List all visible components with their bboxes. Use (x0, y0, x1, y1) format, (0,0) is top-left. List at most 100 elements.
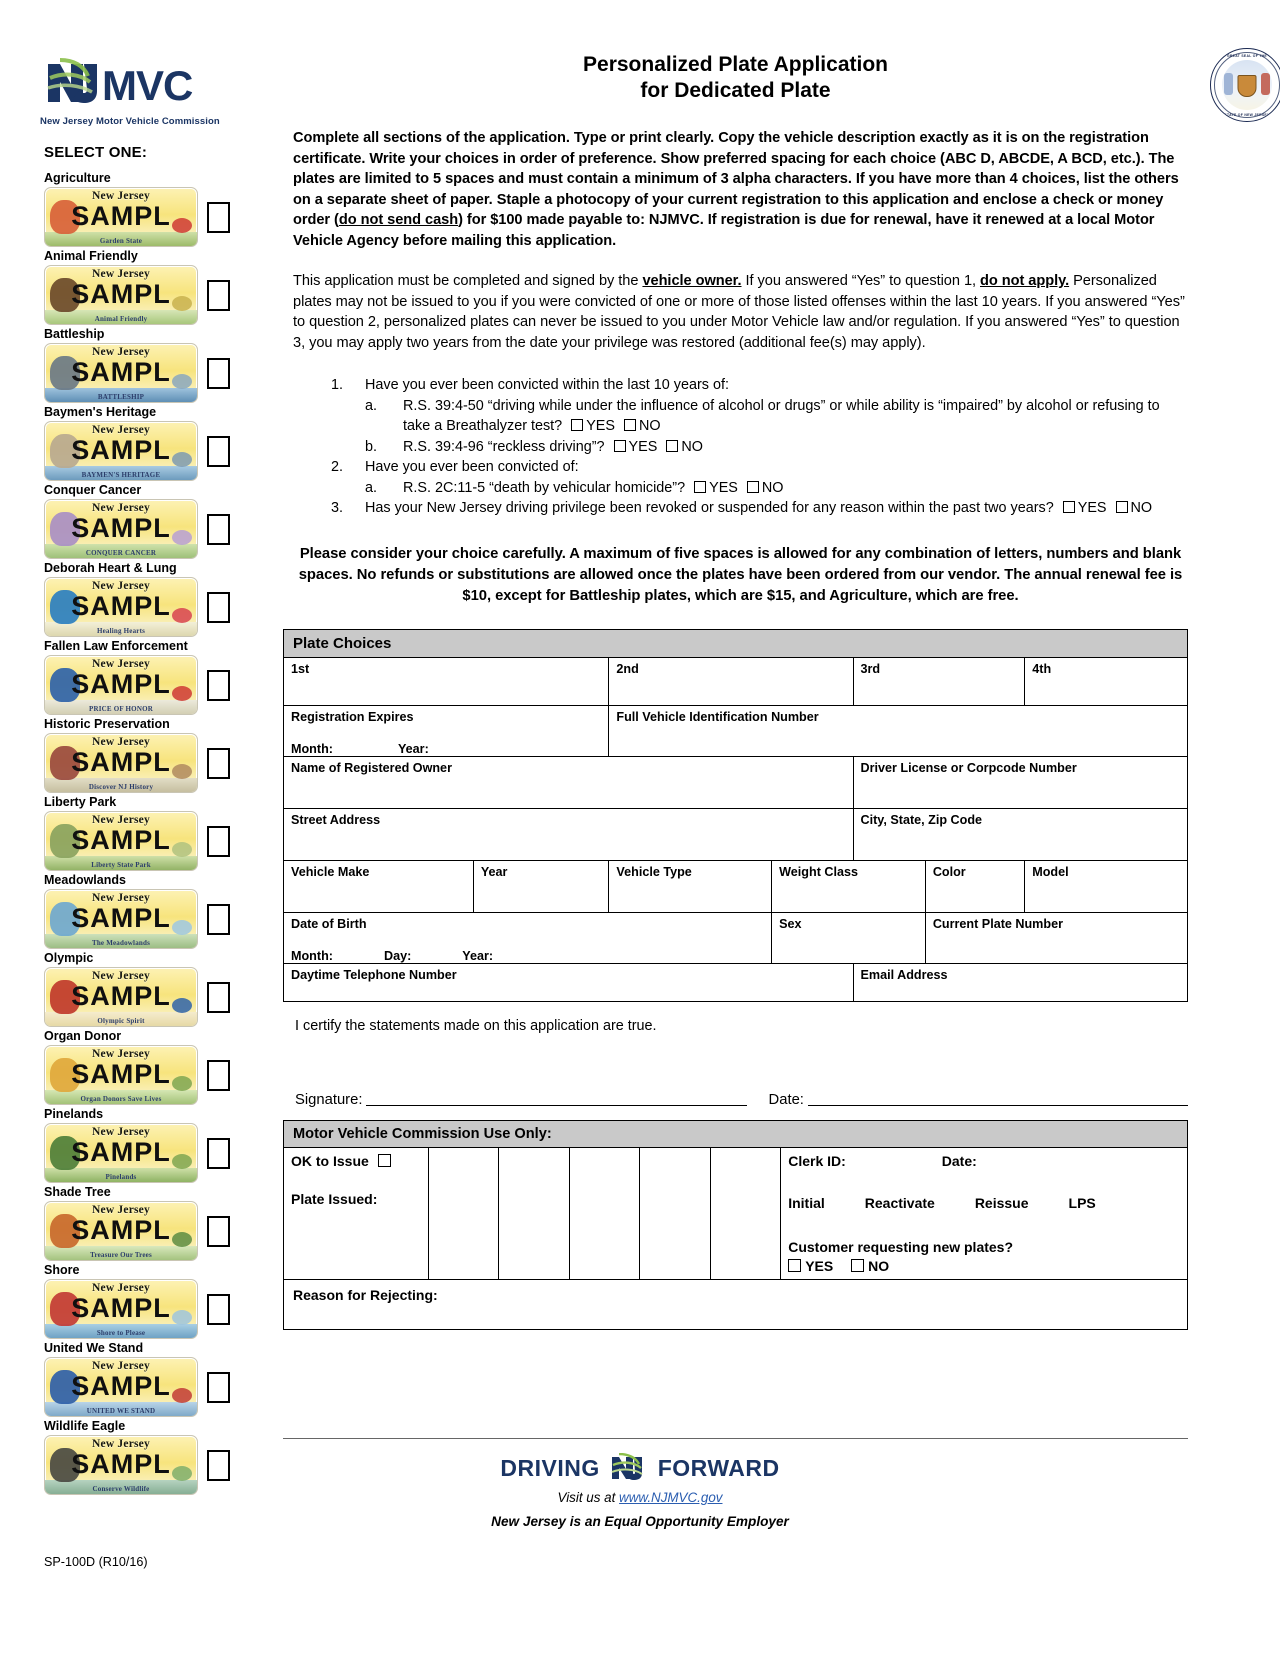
option-initial[interactable]: Initial (788, 1195, 825, 1211)
option-reissue[interactable]: Reissue (975, 1195, 1029, 1211)
vehicle-details-row[interactable]: Vehicle Make Year Vehicle Type Weight Cl… (283, 860, 1188, 913)
field-sex[interactable]: Sex (771, 912, 926, 964)
field-vehicle-year[interactable]: Year (472, 860, 610, 913)
field-date-of-birth[interactable]: Date of Birth Month: Day: Year: (282, 912, 773, 964)
signature-input-line[interactable] (366, 1090, 747, 1106)
question-2a-no-checkbox[interactable] (746, 481, 759, 493)
question-3-no-checkbox[interactable] (1115, 501, 1128, 513)
eligibility-questions: 1. Have you ever been convicted within t… (331, 375, 1188, 518)
plate-select-checkbox[interactable] (207, 1215, 230, 1247)
do-not-send-cash-emphasis: do not send cash (338, 212, 459, 228)
plate-type-label: Shade Tree (44, 1185, 111, 1199)
question-2a-yes-label: YES (709, 480, 738, 496)
field-choice-3[interactable]: 3rd (852, 657, 1026, 706)
plate-select-checkbox[interactable] (207, 435, 230, 467)
field-city-state-zip[interactable]: City, State, Zip Code (852, 808, 1188, 861)
njmvc-logo-subtitle: New Jersey Motor Vehicle Commission (40, 116, 220, 127)
question-1a-no-label: NO (638, 418, 661, 434)
registration-vin-row[interactable]: Registration Expires Month: Year: Full V… (282, 705, 1188, 757)
question-1b-number: b. (365, 439, 378, 455)
plate-option: New Jersey SAMPL Pinelands (44, 1123, 270, 1183)
question-1b-no-checkbox[interactable] (666, 440, 679, 452)
field-choice-4[interactable]: 4th (1024, 657, 1188, 706)
question-1-subitems: a. R.S. 39:4-50 “driving while under the… (365, 396, 1188, 457)
plate-select-checkbox[interactable] (207, 903, 230, 935)
field-choice-1[interactable]: 1st (282, 657, 610, 706)
option-reactivate[interactable]: Reactivate (865, 1195, 935, 1211)
plate-sample-text: SAMPL (71, 1449, 171, 1479)
question-1b-yes-checkbox[interactable] (613, 440, 626, 452)
plate-char-box-3[interactable] (568, 1147, 641, 1280)
license-plate-image: New Jersey SAMPL The Meadowlands (44, 889, 198, 949)
question-2a: a. R.S. 2C:11-5 “death by vehicular homi… (365, 478, 1188, 498)
plate-row: Shore New Jersey SAMPL Shore to Please (40, 1263, 270, 1339)
customer-no-label: NO (868, 1258, 890, 1274)
plate-char-box-1[interactable] (427, 1147, 500, 1280)
question-1a-no-checkbox[interactable] (623, 419, 636, 431)
plate-select-checkbox[interactable] (207, 591, 230, 623)
footer-driving-text: DRIVING (500, 1454, 600, 1481)
plate-option: New Jersey SAMPL Organ Donors Save Lives (44, 1045, 270, 1105)
plate-select-checkbox[interactable] (207, 357, 230, 389)
customer-no-checkbox[interactable] (851, 1259, 865, 1272)
date-input-line[interactable] (807, 1090, 1189, 1106)
license-plate-image: New Jersey SAMPL Animal Friendly (44, 265, 198, 325)
field-choice-2[interactable]: 2nd (608, 657, 854, 706)
plate-choices-row[interactable]: 1st 2nd 3rd 4th (282, 657, 1188, 706)
field-daytime-phone[interactable]: Daytime Telephone Number (283, 963, 854, 1002)
plate-select-checkbox[interactable] (207, 513, 230, 545)
plate-char-box-4[interactable] (639, 1147, 711, 1280)
plate-select-checkbox[interactable] (207, 747, 230, 779)
plate-select-checkbox[interactable] (207, 1059, 230, 1091)
registration-month-label: Month: (291, 742, 333, 756)
field-registration-expires[interactable]: Registration Expires Month: Year: (282, 705, 610, 757)
plate-select-checkbox[interactable] (207, 279, 230, 311)
question-2a-yes-checkbox[interactable] (694, 481, 707, 493)
owner-license-row[interactable]: Name of Registered Owner Driver License … (283, 756, 1188, 809)
field-model[interactable]: Model (1024, 860, 1188, 913)
field-street-address[interactable]: Street Address (283, 808, 854, 861)
question-3-yes-checkbox[interactable] (1062, 501, 1075, 513)
option-lps[interactable]: LPS (1069, 1195, 1096, 1211)
field-vehicle-type[interactable]: Vehicle Type (608, 860, 773, 913)
plate-select-checkbox[interactable] (207, 825, 230, 857)
field-owner-name[interactable]: Name of Registered Owner (283, 756, 854, 809)
field-current-plate[interactable]: Current Plate Number (924, 912, 1189, 964)
plate-type-label: Olympic (44, 951, 94, 965)
field-color[interactable]: Color (924, 860, 1026, 913)
phone-email-row[interactable]: Daytime Telephone Number Email Address (283, 963, 1188, 1002)
question-1a-yes-checkbox[interactable] (571, 419, 584, 431)
question-3-text: Has your New Jersey driving privilege be… (365, 500, 1054, 516)
plate-select-checkbox[interactable] (207, 201, 230, 233)
customer-yes-checkbox[interactable] (788, 1259, 802, 1272)
plate-char-box-5[interactable] (709, 1147, 782, 1280)
field-vehicle-make[interactable]: Vehicle Make (283, 860, 474, 913)
ok-to-issue-checkbox[interactable] (377, 1154, 391, 1167)
plate-select-checkbox[interactable] (207, 1137, 230, 1169)
mvc-issue-cell[interactable]: OK to Issue Plate Issued: (283, 1147, 429, 1280)
field-weight-class[interactable]: Weight Class (771, 860, 926, 913)
mvc-reject-row[interactable]: Reason for Rejecting: (283, 1279, 1188, 1330)
address-row[interactable]: Street Address City, State, Zip Code (283, 808, 1188, 861)
dob-day-label: Day: (383, 949, 412, 963)
plate-char-box-2[interactable] (498, 1147, 570, 1280)
mvc-clerk-cell[interactable]: Clerk ID: Date: Initial Reactivate Reiss… (780, 1147, 1188, 1280)
seal-bottom-text: STATE OF NEW JERSEY (1224, 113, 1270, 117)
plate-select-checkbox[interactable] (207, 981, 230, 1013)
dob-sex-plate-row[interactable]: Date of Birth Month: Day: Year: Sex Curr… (282, 912, 1189, 964)
njmvc-website-link[interactable]: www.NJMVC.gov (619, 1490, 722, 1505)
plate-sample-text: SAMPL (71, 279, 171, 309)
plate-select-checkbox[interactable] (207, 1293, 230, 1325)
field-driver-license[interactable]: Driver License or Corpcode Number (852, 756, 1188, 809)
main-content: Personalized Plate Application for Dedic… (282, 48, 1280, 1330)
field-vin[interactable]: Full Vehicle Identification Number (608, 705, 1188, 757)
consider-choice-paragraph: Please consider your choice carefully. A… (298, 546, 1183, 604)
plate-caption: BAYMEN'S HERITAGE (81, 471, 161, 479)
field-email[interactable]: Email Address (852, 963, 1188, 1002)
plate-select-checkbox[interactable] (207, 1371, 230, 1403)
clerk-date-label: Date: (941, 1153, 977, 1169)
visit-prefix-text: Visit us at (557, 1490, 620, 1505)
plate-caption: Conserve Wildlife (92, 1485, 150, 1493)
reason-for-rejecting[interactable]: Reason for Rejecting: (283, 1279, 1188, 1330)
plate-select-checkbox[interactable] (207, 669, 230, 701)
